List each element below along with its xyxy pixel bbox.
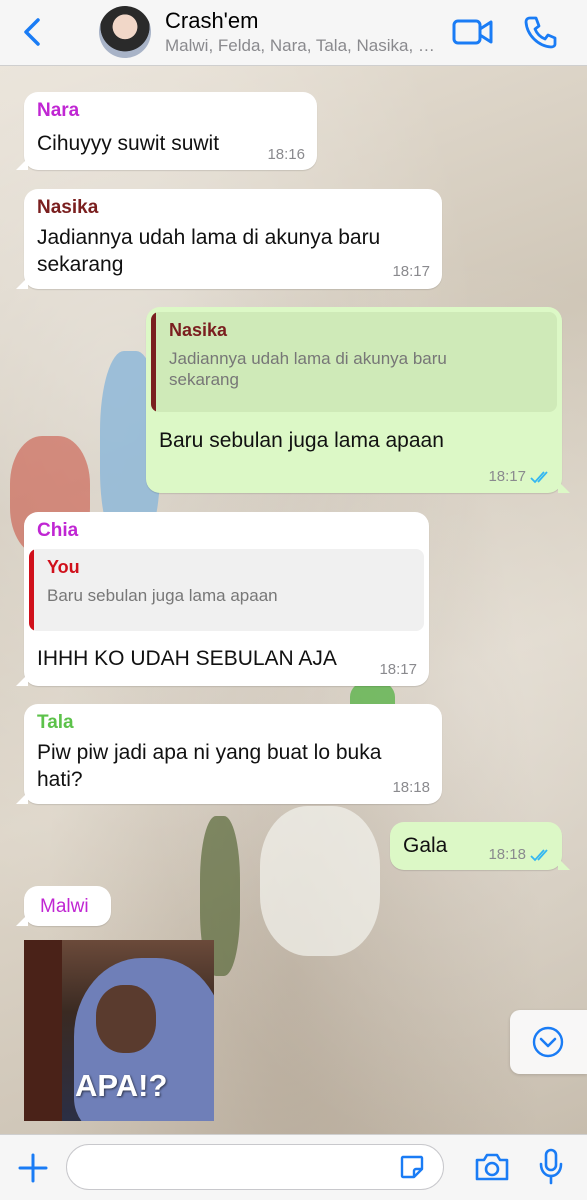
sticker-face xyxy=(96,985,156,1053)
message-text-line: Piw piw jadi apa ni yang buat lo buka xyxy=(37,741,382,764)
sender-name: Malwi xyxy=(40,896,89,917)
phone-call-icon[interactable] xyxy=(522,14,558,50)
message-input-bar xyxy=(0,1134,587,1200)
back-icon[interactable] xyxy=(18,15,48,49)
scroll-to-bottom-button[interactable] xyxy=(510,1010,587,1074)
plus-icon[interactable] xyxy=(17,1152,49,1184)
message-text-line: sekarang xyxy=(37,253,124,276)
message-time: 18:16 xyxy=(267,146,305,163)
chevron-down-icon xyxy=(532,1026,564,1058)
quoted-text-line: Jadiannya udah lama di akunya baru xyxy=(169,349,447,368)
message-bubble-outgoing[interactable]: Gala 18:18 xyxy=(390,822,570,870)
sender-tag: Malwi xyxy=(16,886,111,926)
quote-bar xyxy=(29,549,34,631)
sticker-icon[interactable] xyxy=(398,1153,426,1181)
message-text-line: hati? xyxy=(37,768,83,791)
message-bubble[interactable]: Tala Piw piw jadi apa ni yang buat lo bu… xyxy=(16,704,442,804)
message-bubble[interactable]: Nara Cihuyyy suwit suwit 18:16 xyxy=(16,92,317,170)
quoted-message[interactable]: You Baru sebulan juga lama apaan xyxy=(29,549,424,631)
sender-name: Chia xyxy=(37,520,79,541)
sender-name: Nasika xyxy=(37,197,99,218)
message-time: 18:18 xyxy=(392,779,430,796)
message-bubble[interactable]: Nasika Jadiannya udah lama di akunya bar… xyxy=(16,189,442,289)
read-receipt-icon xyxy=(530,471,548,484)
message-bubble-outgoing[interactable]: Nasika Jadiannya udah lama di akunya bar… xyxy=(146,307,570,493)
wallpaper-figure xyxy=(260,806,380,956)
message-time: 18:17 xyxy=(392,263,430,280)
read-receipt-icon xyxy=(530,849,548,862)
message-time: 18:18 xyxy=(488,846,526,863)
camera-icon[interactable] xyxy=(474,1151,510,1183)
message-time: 18:17 xyxy=(379,661,417,678)
quoted-sender: Nasika xyxy=(169,320,228,340)
chat-header: Crash'em Malwi, Felda, Nara, Tala, Nasik… xyxy=(0,0,587,66)
quoted-text-line: sekarang xyxy=(169,370,239,389)
message-text: Baru sebulan juga lama apaan xyxy=(159,429,444,452)
quote-bar xyxy=(151,312,156,412)
message-bubble[interactable]: Chia You Baru sebulan juga lama apaan IH… xyxy=(16,512,429,686)
message-input[interactable] xyxy=(66,1144,444,1190)
sender-name: Nara xyxy=(37,100,80,121)
microphone-icon[interactable] xyxy=(538,1148,564,1186)
message-text: Gala xyxy=(403,834,448,857)
quoted-text: Baru sebulan juga lama apaan xyxy=(47,586,278,605)
quoted-message[interactable]: Nasika Jadiannya udah lama di akunya bar… xyxy=(151,312,557,412)
sticker-caption: APA!? xyxy=(75,1068,168,1103)
group-title[interactable]: Crash'em xyxy=(165,8,258,34)
group-members[interactable]: Malwi, Felda, Nara, Tala, Nasika, Chia, … xyxy=(165,36,435,56)
message-text: Cihuyyy suwit suwit xyxy=(37,132,220,155)
group-avatar[interactable] xyxy=(99,6,151,58)
sticker-door xyxy=(24,940,62,1121)
video-call-icon[interactable] xyxy=(452,17,494,47)
message-text: IHHH KO UDAH SEBULAN AJA xyxy=(37,647,337,670)
sender-name: Tala xyxy=(37,712,74,733)
quoted-sender: You xyxy=(47,557,80,577)
message-text-line: Jadiannya udah lama di akunya baru xyxy=(37,226,381,249)
message-time: 18:17 xyxy=(488,468,526,485)
